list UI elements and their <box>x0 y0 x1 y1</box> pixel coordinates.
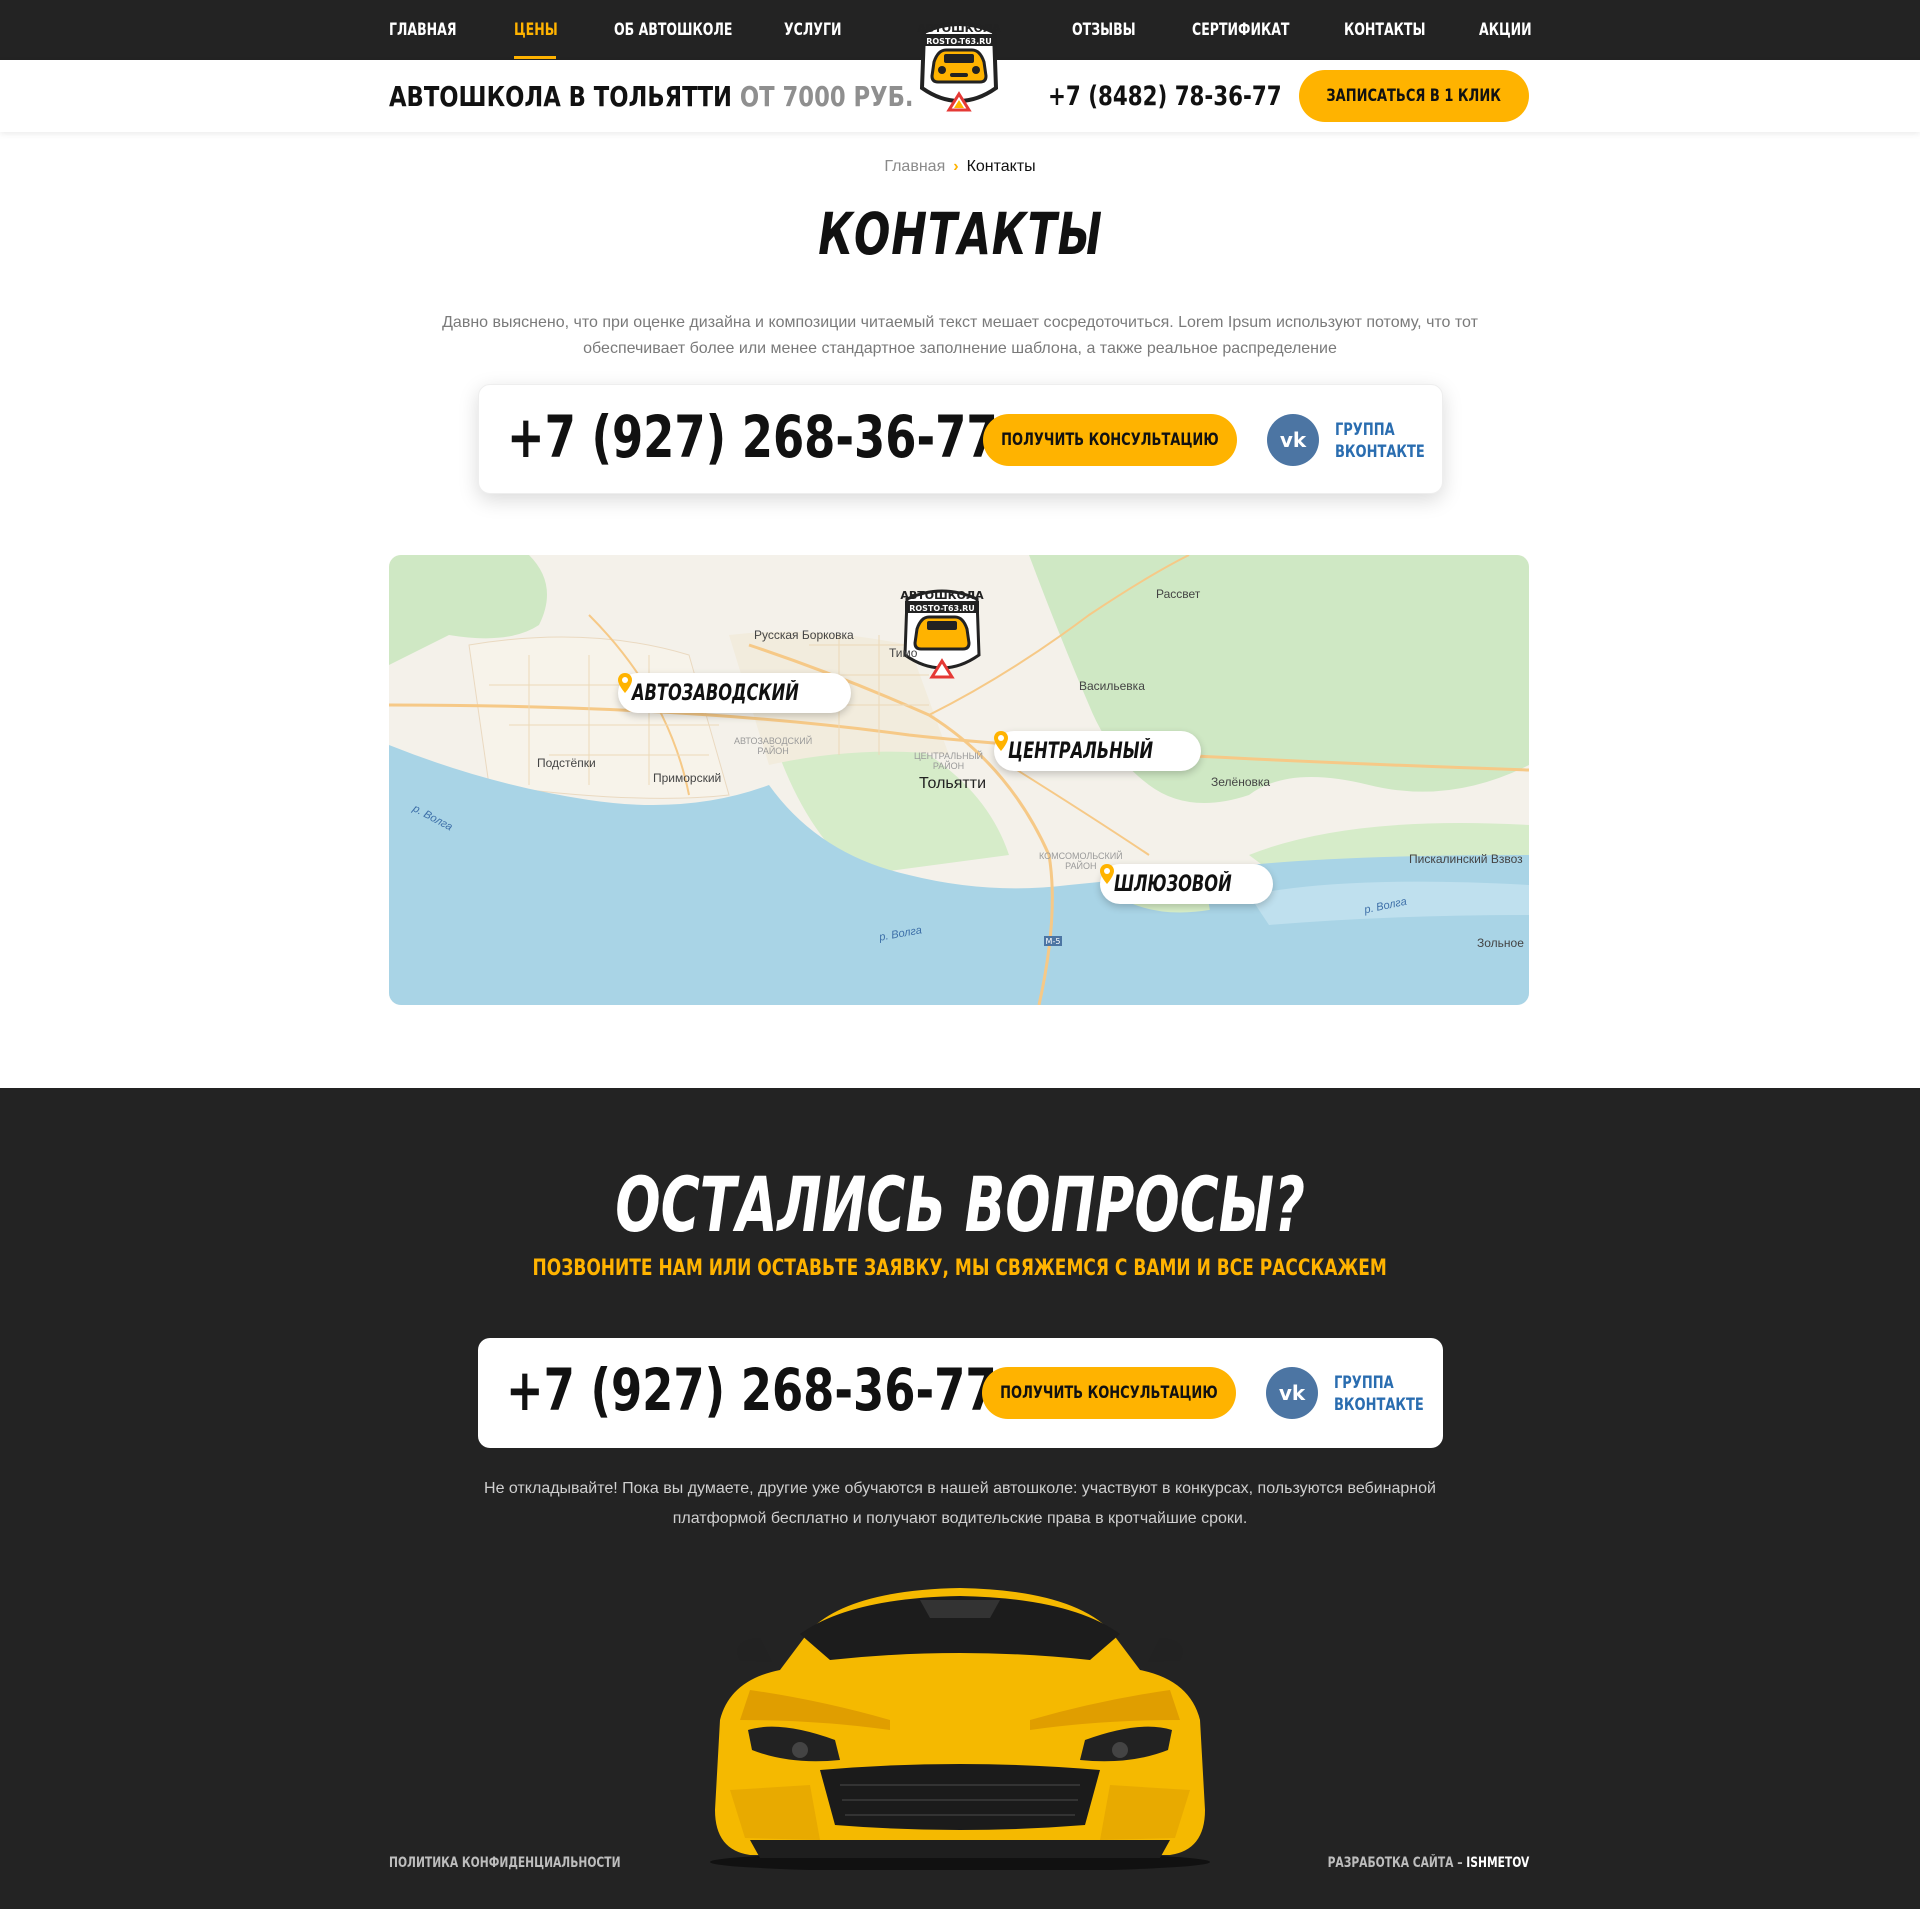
nav-active-indicator <box>514 56 556 59</box>
nav-item-promotions[interactable]: АКЦИИ <box>1479 20 1532 40</box>
breadcrumb-separator-icon: › <box>953 158 959 175</box>
district-name: ЦЕНТРАЛЬНЫЙ <box>914 751 984 761</box>
map-district-label: ЦЕНТРАЛЬНЫЙ РАЙОН <box>914 751 983 771</box>
vk-icon[interactable]: vk <box>1267 414 1319 466</box>
map-pin-label: ШЛЮЗОВОЙ <box>1114 871 1232 897</box>
contact-phone[interactable]: +7 (927) 268-36-77 <box>507 403 998 471</box>
location-pin-icon <box>1100 864 1114 884</box>
get-consultation-button[interactable]: ПОЛУЧИТЬ КОНСУЛЬТАЦИЮ <box>982 1367 1236 1419</box>
map-logo-title: АВТОШКОЛА <box>900 589 984 602</box>
nav-item-certificate[interactable]: СЕРТИФИКАТ <box>1192 20 1289 40</box>
signup-one-click-button[interactable]: ЗАПИСАТЬСЯ В 1 КЛИК <box>1299 70 1529 122</box>
map-road-label: M-5 <box>1046 937 1061 946</box>
map-place-label: Приморский <box>653 771 722 785</box>
developer-name[interactable]: ISHMETOV <box>1466 1855 1529 1871</box>
nav-item-contacts[interactable]: КОНТАКТЫ <box>1344 20 1425 40</box>
map-pin-central[interactable]: ЦЕНТРАЛЬНЫЙ <box>994 731 1201 771</box>
page-title-text: КОНТАКТЫ <box>817 200 1103 268</box>
questions-title-text: ОСТАЛИСЬ ВОПРОСЫ? <box>615 1160 1305 1249</box>
map-place-label: Зольное <box>1477 936 1524 950</box>
map-logo-domain: ROSTO-T63.RU <box>909 604 975 613</box>
signup-button-label: ЗАПИСАТЬСЯ В 1 КЛИК <box>1326 86 1502 106</box>
map-city-label: Тольятти <box>919 775 986 792</box>
page-title: КОНТАКТЫ <box>0 200 1920 268</box>
questions-text: Не откладывайте! Пока вы думаете, другие… <box>484 1480 1436 1527</box>
location-pin-icon <box>994 731 1008 751</box>
consultation-button-label: ПОЛУЧИТЬ КОНСУЛЬТАЦИЮ <box>1000 1383 1218 1403</box>
logo-domain: ROSTO-T63.RU <box>926 37 992 46</box>
header-title-text: АВТОШКОЛА В ТОЛЬЯТТИ <box>389 80 733 113</box>
vk-group-link[interactable]: ГРУППА ВКОНТАКТЕ <box>1334 1372 1424 1416</box>
map-place-label: Тимо <box>889 646 918 660</box>
header-phone[interactable]: +7 (8482) 78-36-77 <box>1048 81 1282 112</box>
vk-label-line2: ВКОНТАКТЕ <box>1334 1395 1424 1415</box>
map-place-label: Русская Борковка <box>754 628 854 642</box>
get-consultation-button[interactable]: ПОЛУЧИТЬ КОНСУЛЬТАЦИЮ <box>983 414 1237 466</box>
questions-subtitle-text: ПОЗВОНИТЕ НАМ ИЛИ ОСТАВЬТЕ ЗАЯВКУ, МЫ СВ… <box>532 1256 1388 1281</box>
map-place-label: Рассвет <box>1156 587 1201 601</box>
nav-item-about[interactable]: ОБ АВТОШКОЛЕ <box>614 20 732 40</box>
map-place-label: Пискалинский Взвоз <box>1409 852 1523 866</box>
intro-text: Давно выяснено, что при оценке дизайна и… <box>442 314 1478 357</box>
vk-group-link[interactable]: ГРУППА ВКОНТАКТЕ <box>1335 419 1425 463</box>
map-pin-shlyuzovoy[interactable]: ШЛЮЗОВОЙ <box>1100 864 1274 904</box>
developer-credit: РАЗРАБОТКА САЙТА – ISHMETOV <box>1327 1855 1529 1871</box>
map-pin-label: ЦЕНТРАЛЬНЫЙ <box>1008 738 1154 764</box>
breadcrumb-current: Контакты <box>966 158 1036 175</box>
location-map[interactable]: АВТОШКОЛА ROSTO-T63.RU M-5 Рассвет Русск… <box>389 555 1529 1005</box>
questions-title: ОСТАЛИСЬ ВОПРОСЫ? <box>0 1160 1920 1249</box>
contact-card-footer: +7 (927) 268-36-77 ПОЛУЧИТЬ КОНСУЛЬТАЦИЮ… <box>478 1338 1443 1448</box>
map-place-label: Подстёпки <box>537 756 596 770</box>
questions-subtitle: ПОЗВОНИТЕ НАМ ИЛИ ОСТАВЬТЕ ЗАЯВКУ, МЫ СВ… <box>0 1256 1920 1281</box>
vk-label-line2: ВКОНТАКТЕ <box>1335 442 1425 462</box>
contact-card: +7 (927) 268-36-77 ПОЛУЧИТЬ КОНСУЛЬТАЦИЮ… <box>478 384 1443 494</box>
nav-item-home[interactable]: ГЛАВНАЯ <box>389 20 457 40</box>
vk-label-line1: ГРУППА <box>1335 420 1395 440</box>
district-name: КОМСОМОЛЬСКИЙ <box>1039 851 1123 861</box>
map-pin-avtozavodsky[interactable]: АВТОЗАВОДСКИЙ <box>618 673 852 713</box>
nav-item-services[interactable]: УСЛУГИ <box>784 20 841 40</box>
district-word: РАЙОН <box>757 746 789 756</box>
district-name: АВТОЗАВОДСКИЙ <box>734 736 813 746</box>
location-pin-icon <box>618 673 632 693</box>
nav-item-reviews[interactable]: ОТЗЫВЫ <box>1072 20 1136 40</box>
map-district-label: АВТОЗАВОДСКИЙ РАЙОН <box>734 736 812 756</box>
district-word: РАЙОН <box>932 761 965 771</box>
map-place-label: Зелёновка <box>1211 775 1271 789</box>
district-word: РАЙОН <box>1065 861 1097 871</box>
map-pin-label: АВТОЗАВОДСКИЙ <box>632 680 799 706</box>
developer-prefix: РАЗРАБОТКА САЙТА – <box>1327 1855 1463 1871</box>
driving-school-logo[interactable]: АВТОШКОЛА ROSTO-T63.RU <box>916 18 1002 120</box>
contact-phone[interactable]: +7 (927) 268-36-77 <box>506 1356 997 1424</box>
privacy-policy-link[interactable]: ПОЛИТИКА КОНФИДЕНЦИАЛЬНОСТИ <box>389 1855 621 1871</box>
vk-icon[interactable]: vk <box>1266 1367 1318 1419</box>
vk-label-line1: ГРУППА <box>1334 1373 1394 1393</box>
yellow-sports-car-image <box>710 1588 1210 1870</box>
consultation-button-label: ПОЛУЧИТЬ КОНСУЛЬТАЦИЮ <box>1001 430 1219 450</box>
logo-title: АВТОШКОЛА <box>917 22 1001 35</box>
nav-item-prices[interactable]: ЦЕНЫ <box>514 20 558 40</box>
breadcrumb: Главная › Контакты <box>0 158 1920 176</box>
header-price: ОТ 7000 РУБ. <box>739 80 914 113</box>
map-place-label: Васильевка <box>1079 679 1145 693</box>
breadcrumb-home-link[interactable]: Главная <box>884 158 945 175</box>
header-title: АВТОШКОЛА В ТОЛЬЯТТИ ОТ 7000 РУБ. <box>389 80 914 113</box>
